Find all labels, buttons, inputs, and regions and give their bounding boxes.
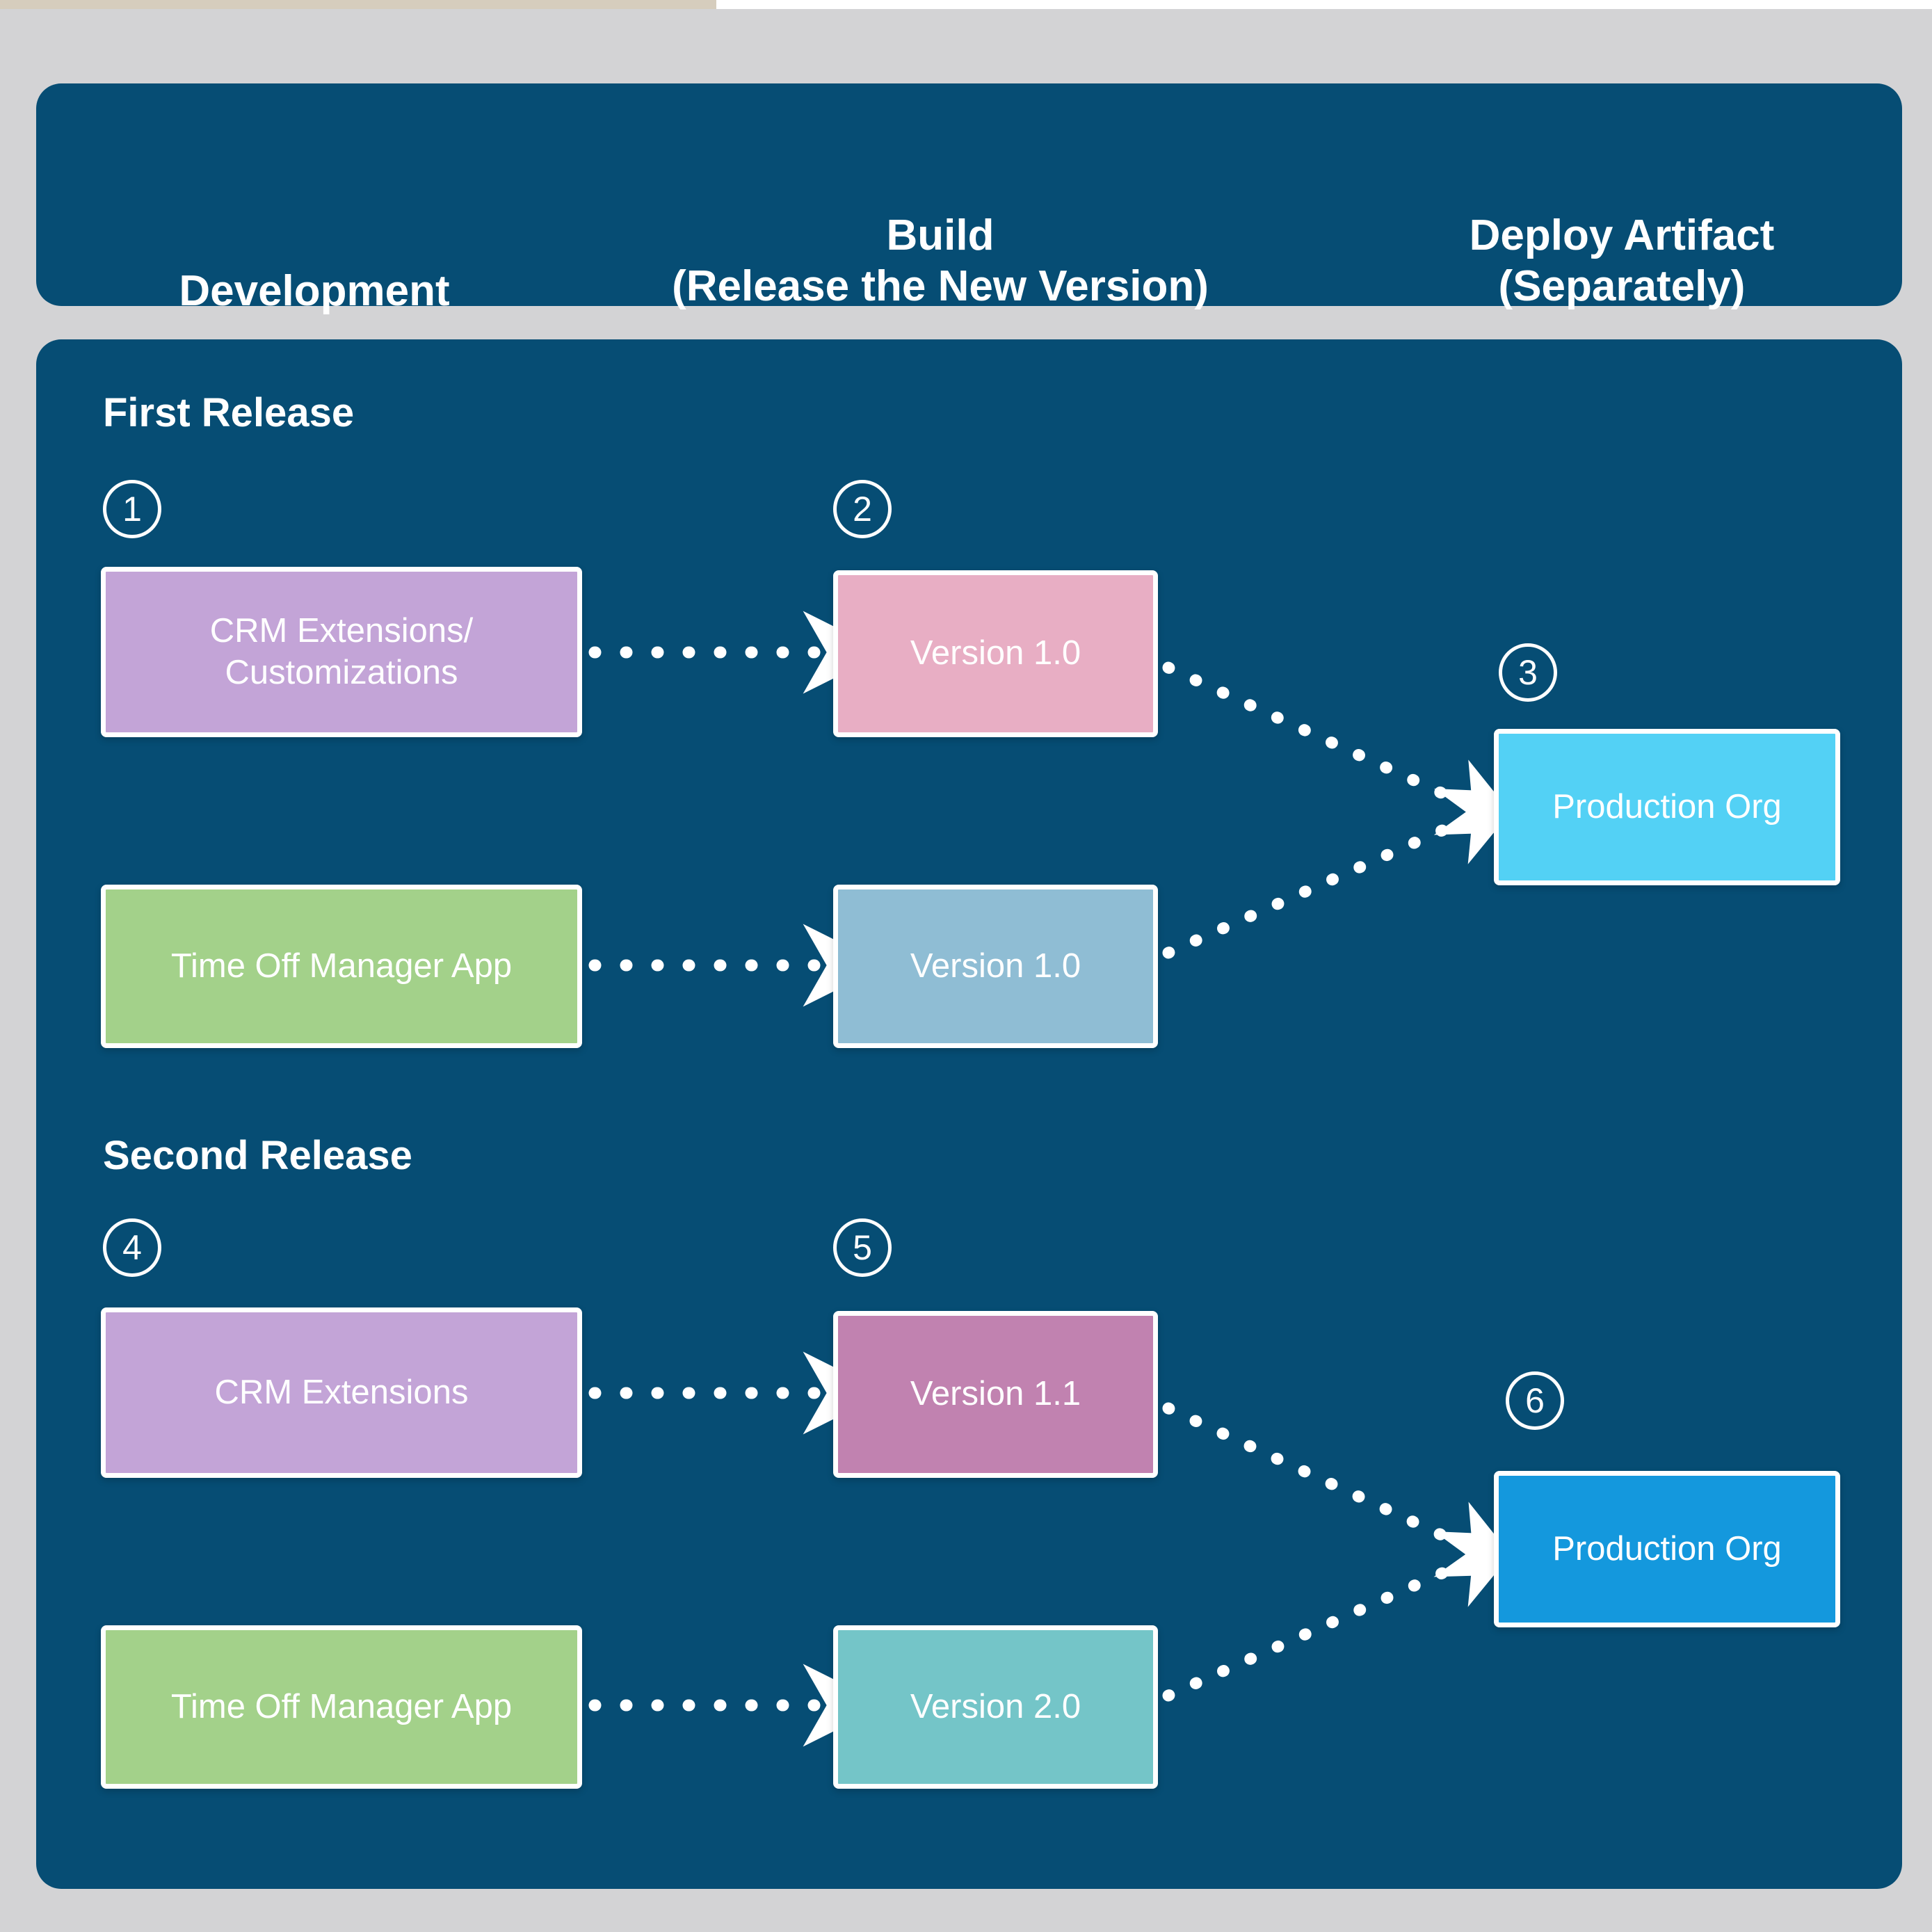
node-time-off-manager-app-second-label: Time Off Manager App [170,1687,513,1725]
node-version-1-0-timeoff[interactable]: Version 1.0 [833,885,1158,1048]
node-time-off-manager-app-first[interactable]: Time Off Manager App [101,885,582,1048]
step-number-2-label: 2 [853,490,872,529]
step-number-6-label: 6 [1525,1381,1545,1420]
node-crm-extensions-customizations[interactable]: CRM Extensions/ Customizations [101,567,582,737]
column-header-development: Development [92,266,537,316]
section-title-first-release: First Release [103,390,355,435]
step-number-3: 3 [1499,643,1557,702]
step-number-3-label: 3 [1518,653,1538,692]
node-version-2-0[interactable]: Version 2.0 [833,1625,1158,1789]
node-production-org-second-label: Production Org [1552,1529,1782,1568]
step-number-5-label: 5 [853,1228,872,1267]
step-number-6: 6 [1506,1371,1564,1430]
step-number-1: 1 [103,480,161,538]
node-version-2-0-label: Version 2.0 [910,1687,1081,1725]
step-number-4: 4 [103,1218,161,1277]
node-crm-extensions-customizations-line1: CRM Extensions/ [209,611,474,650]
section-title-second-release: Second Release [103,1133,412,1178]
node-crm-extensions[interactable]: CRM Extensions [101,1307,582,1478]
column-header-deploy-line1: Deploy Artifact [1469,211,1775,259]
column-header-deploy-line2: (Separately) [1498,262,1746,311]
step-number-1-label: 1 [122,490,142,529]
node-production-org-second[interactable]: Production Org [1494,1471,1840,1627]
node-crm-extensions-customizations-line2: Customizations [225,653,458,691]
column-header-development-label: Development [179,267,450,315]
node-version-1-1[interactable]: Version 1.1 [833,1311,1158,1478]
column-header-deploy-artifact: Deploy Artifact (Separately) [1358,210,1886,312]
step-number-2: 2 [833,480,892,538]
top-beige-strip [0,0,716,9]
column-header-build-line2: (Release the New Version) [672,262,1209,311]
column-header-build: Build (Release the New Version) [579,210,1302,312]
node-time-off-manager-app-second[interactable]: Time Off Manager App [101,1625,582,1789]
node-production-org-first-label: Production Org [1552,787,1782,826]
node-production-org-first[interactable]: Production Org [1494,729,1840,885]
node-version-1-0-timeoff-label: Version 1.0 [910,947,1081,985]
node-version-1-0-crm[interactable]: Version 1.0 [833,570,1158,737]
top-white-strip [716,0,1932,9]
node-time-off-manager-app-first-label: Time Off Manager App [170,947,513,985]
node-version-1-0-crm-label: Version 1.0 [910,634,1081,673]
node-version-1-1-label: Version 1.1 [910,1375,1081,1413]
step-number-4-label: 4 [122,1228,142,1267]
node-crm-extensions-label: CRM Extensions [214,1373,469,1411]
step-number-5: 5 [833,1218,892,1277]
column-header-build-line1: Build [886,211,995,259]
header-panel: Development Build (Release the New Versi… [36,83,1902,315]
